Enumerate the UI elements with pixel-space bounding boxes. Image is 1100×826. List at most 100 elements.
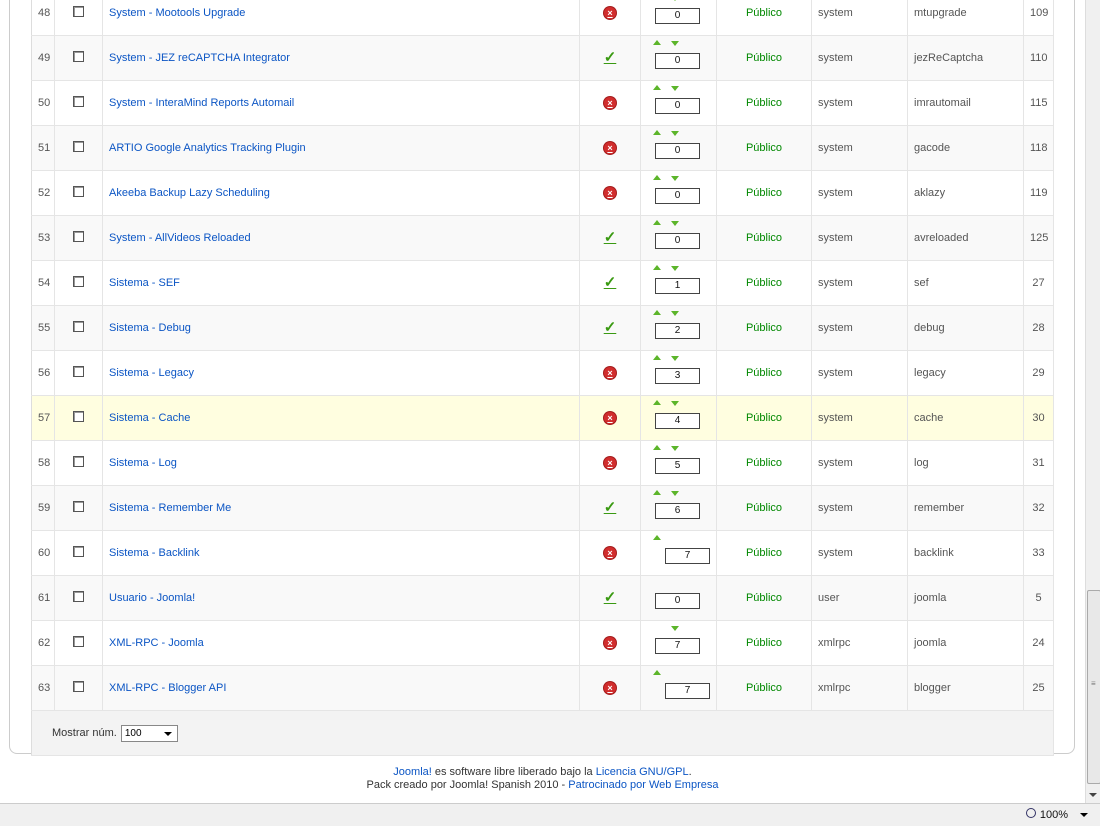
plugin-name-link[interactable]: Sistema - SEF — [109, 277, 180, 289]
plugin-name-link[interactable]: Usuario - Joomla! — [109, 592, 195, 604]
access-link[interactable]: Público — [746, 322, 782, 334]
plugin-name-link[interactable]: System - InteraMind Reports Automail — [109, 97, 294, 109]
order-input[interactable]: 1 — [655, 278, 700, 294]
disabled-x-icon[interactable]: × — [604, 457, 616, 469]
zoom-dropdown-icon[interactable] — [1080, 813, 1088, 818]
order-up-icon[interactable] — [653, 400, 661, 405]
vertical-scrollbar[interactable]: ≡ — [1085, 0, 1100, 803]
limit-select[interactable]: 100 — [120, 724, 178, 742]
access-link[interactable]: Público — [746, 187, 782, 199]
access-link[interactable]: Público — [746, 367, 782, 379]
order-input[interactable]: 6 — [655, 503, 700, 519]
access-link[interactable]: Público — [746, 52, 782, 64]
order-down-icon[interactable] — [671, 626, 679, 631]
check-icon[interactable]: ✓ — [604, 229, 617, 246]
order-input[interactable]: 0 — [655, 143, 700, 159]
row-checkbox[interactable] — [73, 681, 84, 692]
sponsor-link[interactable]: Patrocinado por Web Empresa — [568, 779, 718, 791]
plugin-name-link[interactable]: Sistema - Remember Me — [109, 502, 231, 514]
order-up-icon[interactable] — [653, 445, 661, 450]
order-down-icon[interactable] — [671, 266, 679, 271]
plugin-name-link[interactable]: Sistema - Debug — [109, 322, 191, 334]
disabled-x-icon[interactable]: × — [604, 637, 616, 649]
order-input[interactable]: 0 — [655, 188, 700, 204]
plugin-name-link[interactable]: Sistema - Legacy — [109, 367, 194, 379]
access-link[interactable]: Público — [746, 7, 782, 19]
order-up-icon[interactable] — [653, 355, 661, 360]
order-up-icon[interactable] — [653, 265, 661, 270]
row-checkbox[interactable] — [73, 366, 84, 377]
access-link[interactable]: Público — [746, 412, 782, 424]
order-down-icon[interactable] — [671, 41, 679, 46]
plugin-name-link[interactable]: XML-RPC - Blogger API — [109, 682, 226, 694]
plugin-name-link[interactable]: System - Mootools Upgrade — [109, 7, 245, 19]
row-checkbox[interactable] — [73, 276, 84, 287]
check-icon[interactable]: ✓ — [604, 49, 617, 66]
order-up-icon[interactable] — [653, 220, 661, 225]
order-input[interactable]: 7 — [655, 638, 700, 654]
order-input[interactable]: 0 — [655, 593, 700, 609]
order-input[interactable]: 7 — [665, 548, 710, 564]
row-checkbox[interactable] — [73, 636, 84, 647]
check-icon[interactable]: ✓ — [604, 499, 617, 516]
plugin-name-link[interactable]: Akeeba Backup Lazy Scheduling — [109, 187, 270, 199]
order-input[interactable]: 2 — [655, 323, 700, 339]
access-link[interactable]: Público — [746, 682, 782, 694]
order-down-icon[interactable] — [671, 176, 679, 181]
order-input[interactable]: 0 — [655, 53, 700, 69]
plugin-name-link[interactable]: XML-RPC - Joomla — [109, 637, 204, 649]
order-input[interactable]: 0 — [655, 233, 700, 249]
access-link[interactable]: Público — [746, 97, 782, 109]
order-down-icon[interactable] — [671, 86, 679, 91]
order-down-icon[interactable] — [671, 0, 679, 1]
plugin-name-link[interactable]: Sistema - Cache — [109, 412, 190, 424]
disabled-x-icon[interactable]: × — [604, 682, 616, 694]
row-checkbox[interactable] — [73, 546, 84, 557]
disabled-x-icon[interactable]: × — [604, 142, 616, 154]
access-link[interactable]: Público — [746, 547, 782, 559]
check-icon[interactable]: ✓ — [604, 589, 617, 606]
order-down-icon[interactable] — [671, 131, 679, 136]
access-link[interactable]: Público — [746, 592, 782, 604]
row-checkbox[interactable] — [73, 501, 84, 512]
order-up-icon[interactable] — [653, 490, 661, 495]
access-link[interactable]: Público — [746, 232, 782, 244]
row-checkbox[interactable] — [73, 411, 84, 422]
order-up-icon[interactable] — [653, 85, 661, 90]
access-link[interactable]: Público — [746, 457, 782, 469]
access-link[interactable]: Público — [746, 502, 782, 514]
check-icon[interactable]: ✓ — [604, 274, 617, 291]
plugin-name-link[interactable]: System - AllVideos Reloaded — [109, 232, 251, 244]
plugin-name-link[interactable]: ARTIO Google Analytics Tracking Plugin — [109, 142, 306, 154]
order-input[interactable]: 4 — [655, 413, 700, 429]
order-down-icon[interactable] — [671, 221, 679, 226]
check-icon[interactable]: ✓ — [604, 319, 617, 336]
row-checkbox[interactable] — [73, 141, 84, 152]
row-checkbox[interactable] — [73, 591, 84, 602]
order-input[interactable]: 0 — [655, 8, 700, 24]
row-checkbox[interactable] — [73, 51, 84, 62]
row-checkbox[interactable] — [73, 456, 84, 467]
scrollbar-thumb[interactable]: ≡ — [1087, 590, 1100, 784]
license-link[interactable]: Licencia GNU/GPL — [596, 766, 689, 778]
order-up-icon[interactable] — [653, 40, 661, 45]
access-link[interactable]: Público — [746, 637, 782, 649]
plugin-name-link[interactable]: System - JEZ reCAPTCHA Integrator — [109, 52, 290, 64]
order-up-icon[interactable] — [653, 130, 661, 135]
disabled-x-icon[interactable]: × — [604, 187, 616, 199]
order-input[interactable]: 0 — [655, 98, 700, 114]
row-checkbox[interactable] — [73, 231, 84, 242]
disabled-x-icon[interactable]: × — [604, 367, 616, 379]
zoom-control[interactable]: 100% — [1025, 808, 1088, 821]
row-checkbox[interactable] — [73, 186, 84, 197]
disabled-x-icon[interactable]: × — [604, 412, 616, 424]
order-input[interactable]: 3 — [655, 368, 700, 384]
order-down-icon[interactable] — [671, 401, 679, 406]
order-down-icon[interactable] — [671, 446, 679, 451]
scroll-down-button[interactable] — [1087, 788, 1099, 802]
order-down-icon[interactable] — [671, 356, 679, 361]
order-input[interactable]: 7 — [665, 683, 710, 699]
order-down-icon[interactable] — [671, 491, 679, 496]
plugin-name-link[interactable]: Sistema - Log — [109, 457, 177, 469]
access-link[interactable]: Público — [746, 142, 782, 154]
